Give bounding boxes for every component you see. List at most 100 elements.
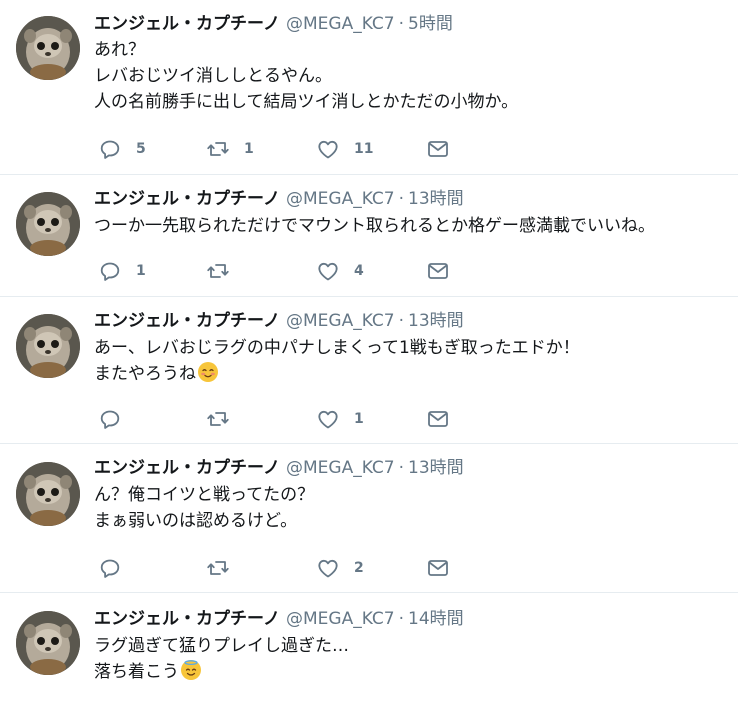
- dm-button[interactable]: [426, 137, 450, 161]
- user-handle[interactable]: @MEGA_KC7: [286, 609, 395, 629]
- blush-emoji-icon: [198, 362, 218, 382]
- tweet-text-line: 落ち着こう: [94, 662, 179, 682]
- retweet-icon: [206, 407, 230, 431]
- like-button[interactable]: 2: [316, 556, 364, 580]
- tweet-header: エンジェル・カプチーノ @MEGA_KC7 · 14時間: [94, 608, 464, 630]
- avatar-image: [16, 192, 80, 256]
- like-count: 11: [354, 141, 374, 157]
- tweet[interactable]: エンジェル・カプチーノ @MEGA_KC7 · 13時間 ん？俺コイツと戦ってたの？ …: [0, 444, 738, 592]
- avatar[interactable]: [16, 611, 80, 675]
- tweet-text: ん？俺コイツと戦ってたの？ まぁ弱いのは認めるけど。: [94, 482, 314, 534]
- tweet-text: ラグ過ぎて猛りプレイし過ぎた… 落ち着こう: [94, 633, 349, 685]
- avatar[interactable]: [16, 16, 80, 80]
- dm-button[interactable]: [426, 259, 450, 283]
- like-count: 2: [354, 560, 364, 576]
- tweet[interactable]: エンジェル・カプチーノ @MEGA_KC7 · 5時間 あれ？ レバおじツイ消ししとる…: [0, 0, 738, 174]
- reply-button[interactable]: 5: [98, 137, 146, 161]
- timestamp[interactable]: 13時間: [408, 189, 464, 209]
- avatar-image: [16, 16, 80, 80]
- user-handle[interactable]: @MEGA_KC7: [286, 311, 395, 331]
- dm-icon: [426, 407, 450, 431]
- dm-button[interactable]: [426, 407, 450, 431]
- user-name[interactable]: エンジェル・カプチーノ: [94, 609, 280, 629]
- retweet-button[interactable]: [206, 259, 244, 283]
- user-handle[interactable]: @MEGA_KC7: [286, 189, 395, 209]
- reply-icon: [98, 556, 122, 580]
- avatar[interactable]: [16, 314, 80, 378]
- dm-icon: [426, 137, 450, 161]
- like-button[interactable]: 11: [316, 137, 373, 161]
- like-icon: [316, 259, 340, 283]
- tweet-text: つーか一先取られただけでマウント取られるとか格ゲー感満載でいいね。: [94, 213, 655, 239]
- user-handle[interactable]: @MEGA_KC7: [286, 458, 395, 478]
- reply-button[interactable]: [98, 556, 136, 580]
- tweet-actions: 1: [94, 407, 474, 431]
- user-name[interactable]: エンジェル・カプチーノ: [94, 14, 280, 34]
- avatar-image: [16, 611, 80, 675]
- tweet-text-line: まぁ弱いのは認めるけど。: [94, 511, 298, 531]
- avatar[interactable]: [16, 192, 80, 256]
- tweet-header: エンジェル・カプチーノ @MEGA_KC7 · 13時間: [94, 457, 464, 479]
- timestamp[interactable]: 5時間: [408, 14, 453, 34]
- tweet-actions: 1 4: [94, 259, 474, 283]
- retweet-icon: [206, 137, 230, 161]
- retweet-button[interactable]: 1: [206, 137, 254, 161]
- separator-dot: ·: [398, 189, 405, 209]
- separator-dot: ·: [398, 311, 405, 331]
- like-icon: [316, 407, 340, 431]
- tweet[interactable]: エンジェル・カプチーノ @MEGA_KC7 · 13時間 つーか一先取られただけでマウ…: [0, 175, 738, 296]
- reply-button[interactable]: 1: [98, 259, 146, 283]
- timestamp[interactable]: 13時間: [408, 458, 464, 478]
- tweet-text-line: あれ？: [94, 40, 145, 60]
- timestamp[interactable]: 13時間: [408, 311, 464, 331]
- user-name[interactable]: エンジェル・カプチーノ: [94, 458, 280, 478]
- timestamp[interactable]: 14時間: [408, 609, 464, 629]
- reply-button[interactable]: [98, 407, 136, 431]
- tweet-actions: 2: [94, 556, 474, 580]
- separator-dot: ·: [398, 458, 405, 478]
- dm-icon: [426, 556, 450, 580]
- tweet-header: エンジェル・カプチーノ @MEGA_KC7 · 13時間: [94, 310, 464, 332]
- tweet-text-line-with-emoji: 落ち着こう: [94, 659, 349, 685]
- tweet-text-line-with-emoji: またやろうね: [94, 361, 580, 387]
- retweet-button[interactable]: [206, 407, 244, 431]
- like-count: 1: [354, 411, 364, 427]
- reply-count: 5: [136, 141, 146, 157]
- tweet[interactable]: エンジェル・カプチーノ @MEGA_KC7 · 14時間 ラグ過ぎて猛りプレイし過ぎた…: [0, 593, 738, 704]
- dm-icon: [426, 259, 450, 283]
- tweet[interactable]: エンジェル・カプチーノ @MEGA_KC7 · 13時間 あー、レバおじラグの中パナし…: [0, 297, 738, 443]
- like-icon: [316, 556, 340, 580]
- tweet-text: あー、レバおじラグの中パナしまくって1戦もぎ取ったエドか！ またやろうね: [94, 335, 580, 387]
- tweet-text-line: つーか一先取られただけでマウント取られるとか格ゲー感満載でいいね。: [94, 216, 655, 236]
- like-count: 4: [354, 263, 364, 279]
- halo-emoji-icon: [181, 660, 201, 680]
- user-name[interactable]: エンジェル・カプチーノ: [94, 311, 280, 331]
- tweet-text-line: ラグ過ぎて猛りプレイし過ぎた…: [94, 636, 349, 656]
- tweet-text-line: ん？俺コイツと戦ってたの？: [94, 485, 315, 505]
- tweet-text-line: レバおじツイ消ししとるやん。: [94, 66, 332, 86]
- like-button[interactable]: 4: [316, 259, 364, 283]
- like-icon: [316, 137, 340, 161]
- separator-dot: ·: [398, 609, 405, 629]
- avatar-image: [16, 314, 80, 378]
- separator-dot: ·: [398, 14, 405, 34]
- user-name[interactable]: エンジェル・カプチーノ: [94, 189, 280, 209]
- retweet-count: 1: [244, 141, 254, 157]
- user-handle[interactable]: @MEGA_KC7: [286, 14, 395, 34]
- reply-icon: [98, 259, 122, 283]
- tweet-text-line: あー、レバおじラグの中パナしまくって1戦もぎ取ったエドか！: [94, 338, 580, 358]
- reply-icon: [98, 137, 122, 161]
- tweet-text: あれ？ レバおじツイ消ししとるやん。 人の名前勝手に出して結局ツイ消しとかただの…: [94, 37, 518, 115]
- tweet-header: エンジェル・カプチーノ @MEGA_KC7 · 5時間: [94, 13, 453, 35]
- retweet-button[interactable]: [206, 556, 244, 580]
- avatar[interactable]: [16, 462, 80, 526]
- tweet-text-line: 人の名前勝手に出して結局ツイ消しとかただの小物か。: [94, 92, 519, 112]
- dm-button[interactable]: [426, 556, 450, 580]
- like-button[interactable]: 1: [316, 407, 364, 431]
- tweet-text-line: またやろうね: [94, 364, 196, 384]
- tweet-header: エンジェル・カプチーノ @MEGA_KC7 · 13時間: [94, 188, 464, 210]
- reply-icon: [98, 407, 122, 431]
- tweet-actions: 5 1 11: [94, 137, 474, 161]
- avatar-image: [16, 462, 80, 526]
- retweet-icon: [206, 259, 230, 283]
